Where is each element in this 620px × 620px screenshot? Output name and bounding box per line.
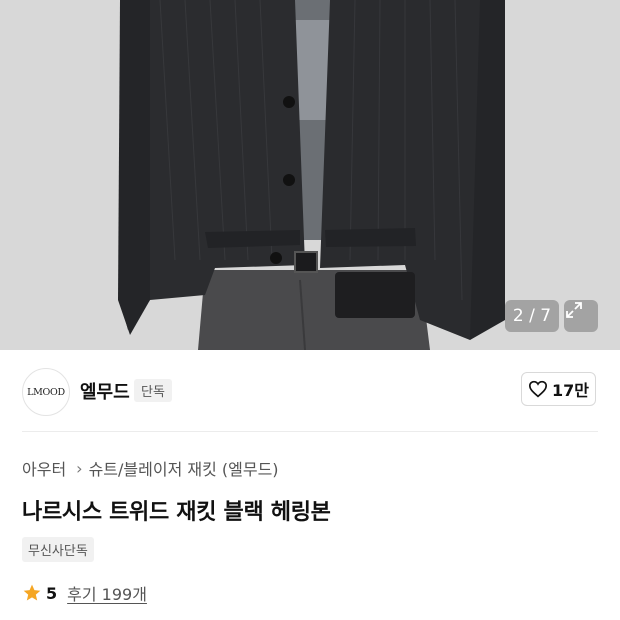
brand-exclusive-badge: 단독 <box>134 379 172 402</box>
rating-summary: 5 후기 199개 <box>22 581 147 605</box>
product-photo <box>0 0 620 350</box>
brand-name[interactable]: 엘무드 <box>80 378 130 404</box>
image-counter: 2 / 7 <box>505 300 559 332</box>
breadcrumb-subcategory[interactable]: 슈트/블레이저 재킷 (엘무드) <box>89 456 279 480</box>
expand-icon <box>566 302 582 318</box>
product-title: 나르시스 트위드 재킷 블랙 헤링본 <box>22 500 331 525</box>
star-icon <box>23 584 41 601</box>
divider <box>22 431 598 432</box>
breadcrumb: 아우터 › 슈트/블레이저 재킷 (엘무드) <box>22 456 279 480</box>
brand-logo[interactable]: LMOOD <box>22 368 70 416</box>
rating-score: 5 <box>46 583 58 603</box>
product-image-gallery[interactable]: 2 / 7 <box>0 0 620 350</box>
heart-icon <box>528 380 548 398</box>
breadcrumb-category[interactable]: 아우터 <box>22 456 66 480</box>
brand-row: LMOOD 엘무드 단독 17만 <box>0 350 620 430</box>
like-count: 17만 <box>552 381 589 400</box>
like-button[interactable]: 17만 <box>521 372 596 406</box>
exclusive-tag: 무신사단독 <box>22 537 94 562</box>
expand-button[interactable] <box>564 300 598 332</box>
chevron-right-icon: › <box>76 458 83 478</box>
brand-logo-text: LMOOD <box>27 386 65 398</box>
review-count-link[interactable]: 후기 199개 <box>67 581 147 605</box>
